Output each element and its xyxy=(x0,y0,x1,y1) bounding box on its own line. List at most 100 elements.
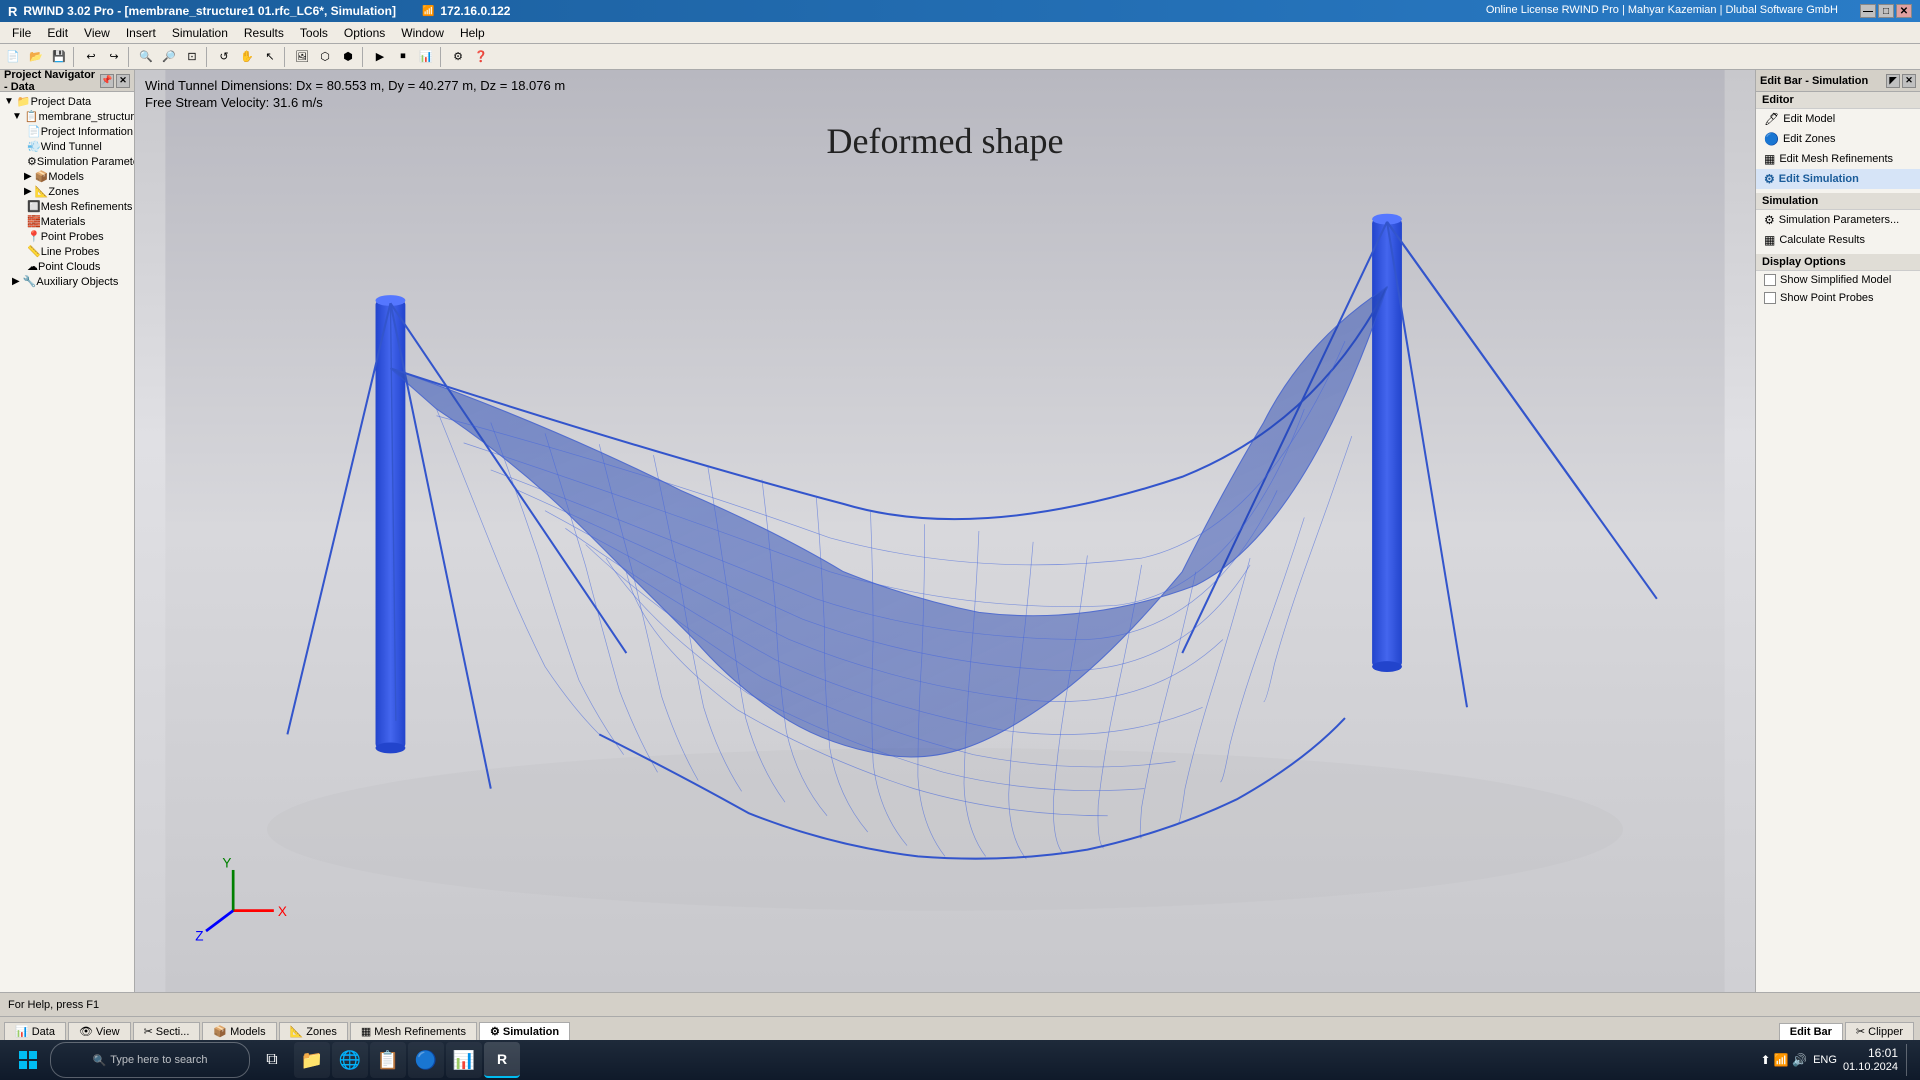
edit-zones-item[interactable]: 🔵 Edit Zones xyxy=(1756,129,1920,149)
edit-simulation-item[interactable]: ⚙ Edit Simulation xyxy=(1756,169,1920,189)
tb-zoom-in[interactable]: 🔍 xyxy=(135,46,157,68)
menu-tools[interactable]: Tools xyxy=(292,24,336,42)
app4-taskbar[interactable]: 🔵 xyxy=(408,1042,444,1078)
edit-sim-icon: ⚙ xyxy=(1764,172,1775,186)
minimize-button[interactable]: — xyxy=(1860,4,1876,18)
tab-section[interactable]: ✂ Secti... xyxy=(133,1022,201,1040)
menubar: File Edit View Insert Simulation Results… xyxy=(0,22,1920,44)
tb-results[interactable]: 📊 xyxy=(415,46,437,68)
tb-new[interactable]: 📄 xyxy=(2,46,24,68)
start-button[interactable] xyxy=(8,1042,48,1078)
menu-results[interactable]: Results xyxy=(236,24,292,42)
sim-params-label: Simulation Parameters... xyxy=(1779,214,1899,226)
tree-label-models: Models xyxy=(48,171,83,183)
tree-zones[interactable]: ▶ 📐 Zones xyxy=(0,184,134,199)
tb-redo[interactable]: ↪ xyxy=(103,46,125,68)
tree-label-zones: Zones xyxy=(48,186,79,198)
tree-icon-lp: 📏 xyxy=(27,245,41,258)
tab-simulation[interactable]: ⚙ Simulation xyxy=(479,1022,570,1040)
tb-save[interactable]: 💾 xyxy=(48,46,70,68)
tree-models[interactable]: ▶ 📦 Models xyxy=(0,169,134,184)
tab-clipper[interactable]: ✂ Clipper xyxy=(1845,1022,1914,1040)
tab-mesh-refinements[interactable]: ▦ Mesh Refinements xyxy=(350,1022,477,1040)
show-simplified-item[interactable]: Show Simplified Model xyxy=(1756,271,1920,289)
calc-results-item[interactable]: ▦ Calculate Results xyxy=(1756,230,1920,250)
tree-project-info[interactable]: 📄 Project Information xyxy=(0,124,134,139)
app5-taskbar[interactable]: 📊 xyxy=(446,1042,482,1078)
tree-sim-params[interactable]: ⚙ Simulation Parameters xyxy=(0,154,134,169)
menu-help[interactable]: Help xyxy=(452,24,493,42)
tree-line-probes[interactable]: 📏 Line Probes xyxy=(0,244,134,259)
tree-mesh-refine[interactable]: 🔲 Mesh Refinements xyxy=(0,199,134,214)
tab-zones[interactable]: 📐 Zones xyxy=(279,1022,348,1040)
statusbar: For Help, press F1 xyxy=(0,992,1920,1016)
menu-options[interactable]: Options xyxy=(336,24,393,42)
titlebar: R RWIND 3.02 Pro - [membrane_structure1 … xyxy=(0,0,1920,22)
right-panel-close[interactable]: ✕ xyxy=(1902,74,1916,88)
maximize-button[interactable]: □ xyxy=(1878,4,1894,18)
edit-mesh-item[interactable]: ▦ Edit Mesh Refinements xyxy=(1756,149,1920,169)
tree-point-clouds[interactable]: ☁ Point Clouds xyxy=(0,259,134,274)
tb-wire[interactable]: ⬡ xyxy=(314,46,336,68)
file-explorer-taskbar[interactable]: 📁 xyxy=(294,1042,330,1078)
menu-view[interactable]: View xyxy=(76,24,118,42)
tb-simulate[interactable]: ▶ xyxy=(369,46,391,68)
menu-edit[interactable]: Edit xyxy=(39,24,76,42)
tab-edit-bar[interactable]: Edit Bar xyxy=(1779,1023,1843,1040)
tb-solid[interactable]: ⬢ xyxy=(337,46,359,68)
tree-membrane[interactable]: ▼ 📋 membrane_structure1 xyxy=(0,109,134,124)
tab-data-label: Data xyxy=(32,1026,55,1038)
tb-undo[interactable]: ↩ xyxy=(80,46,102,68)
tree-icon-models: 📦 xyxy=(35,170,49,183)
tb-render[interactable]: 🖼 xyxy=(291,46,313,68)
tb-select[interactable]: ↖ xyxy=(259,46,281,68)
show-point-probes-item[interactable]: Show Point Probes xyxy=(1756,289,1920,307)
show-desktop-button[interactable] xyxy=(1906,1044,1912,1076)
search-button[interactable]: 🔍 Type here to search xyxy=(50,1042,250,1078)
edit-model-item[interactable]: 🖊 Edit Model xyxy=(1756,109,1920,129)
app-icon: R xyxy=(8,4,17,19)
tb-zoom-out[interactable]: 🔎 xyxy=(158,46,180,68)
sim-params-item[interactable]: ⚙ Simulation Parameters... xyxy=(1756,210,1920,230)
tb-settings[interactable]: ⚙ xyxy=(447,46,469,68)
tb-fit[interactable]: ⊡ xyxy=(181,46,203,68)
panel-close-button[interactable]: ✕ xyxy=(116,74,130,88)
title-text: RWIND 3.02 Pro - [membrane_structure1 01… xyxy=(23,4,396,18)
tree-materials[interactable]: 🧱 Materials xyxy=(0,214,134,229)
edit-model-icon: 🖊 xyxy=(1764,112,1779,126)
menu-insert[interactable]: Insert xyxy=(118,24,164,42)
tab-models[interactable]: 📦 Models xyxy=(202,1022,276,1040)
close-button[interactable]: ✕ xyxy=(1896,4,1912,18)
right-panel-undock[interactable]: ◤ xyxy=(1886,74,1900,88)
viewport[interactable]: X Y Z Wind Tunnel Dimensions: Dx = 80.55… xyxy=(135,70,1755,992)
rwind-taskbar[interactable]: R xyxy=(484,1042,520,1078)
tb-rotate[interactable]: ↺ xyxy=(213,46,235,68)
tb-separator-4 xyxy=(284,47,288,67)
tab-view-icon: 👁 xyxy=(79,1025,93,1038)
tab-view[interactable]: 👁 View xyxy=(68,1022,131,1040)
menu-window[interactable]: Window xyxy=(393,24,452,42)
menu-simulation[interactable]: Simulation xyxy=(164,24,236,42)
tb-pan[interactable]: ✋ xyxy=(236,46,258,68)
tree-expand-icon: ▼ xyxy=(4,96,14,107)
menu-file[interactable]: File xyxy=(4,24,39,42)
tree-point-probes[interactable]: 📍 Point Probes xyxy=(0,229,134,244)
tree-wind-tunnel[interactable]: 💨 Wind Tunnel xyxy=(0,139,134,154)
sim-params-icon: ⚙ xyxy=(1764,213,1775,227)
tab-mesh-icon: ▦ xyxy=(361,1025,371,1038)
task-view-button[interactable]: ⧉ xyxy=(252,1042,292,1078)
show-point-probes-checkbox[interactable] xyxy=(1764,292,1776,304)
tb-stop[interactable]: ⏹ xyxy=(392,46,414,68)
tray-icons: ⬆ 📶 🔊 xyxy=(1760,1053,1807,1067)
tb-help[interactable]: ❓ xyxy=(470,46,492,68)
tree-project-data[interactable]: ▼ 📁 Project Data xyxy=(0,94,134,109)
edit-sim-label: Edit Simulation xyxy=(1779,173,1859,185)
tree-aux-objects[interactable]: ▶ 🔧 Auxiliary Objects xyxy=(0,274,134,289)
tree-label-mesh: Mesh Refinements xyxy=(41,201,133,213)
panel-pin-button[interactable]: 📌 xyxy=(100,74,114,88)
tb-open[interactable]: 📂 xyxy=(25,46,47,68)
app3-taskbar[interactable]: 📋 xyxy=(370,1042,406,1078)
show-simplified-checkbox[interactable] xyxy=(1764,274,1776,286)
tab-data[interactable]: 📊 Data xyxy=(4,1022,66,1040)
edge-taskbar[interactable]: 🌐 xyxy=(332,1042,368,1078)
